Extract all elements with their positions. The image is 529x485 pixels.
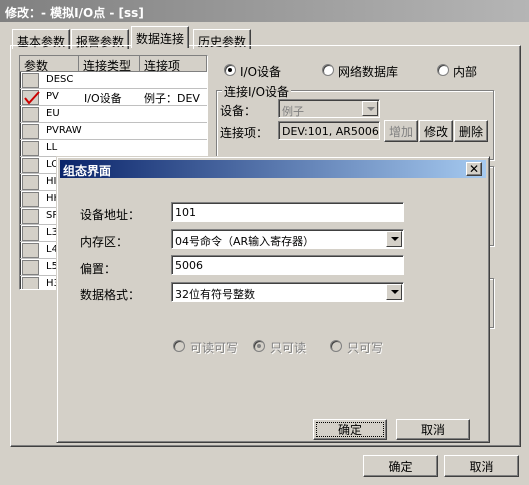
row-conn-item: 例子：DEV <box>144 92 200 105</box>
row-param-name: LL <box>46 142 58 153</box>
address-input[interactable]: 101 <box>171 202 404 222</box>
row-checkbox[interactable] <box>22 124 39 139</box>
memory-select[interactable]: 04号命令（AR输入寄存器） <box>171 229 404 249</box>
format-label: 数据格式： <box>80 288 141 302</box>
dialog-cancel-button[interactable]: 取消 <box>396 419 470 440</box>
radio-network-db[interactable] <box>322 64 334 76</box>
radio-io-device-label: I/O设备 <box>240 65 282 79</box>
modify-button[interactable]: 修改 <box>419 120 453 142</box>
add-button[interactable]: 增加 <box>384 120 418 142</box>
radio-read-only[interactable] <box>253 340 265 352</box>
grid-row-pv[interactable]: PV I/O设备 例子：DEV <box>20 89 207 106</box>
row-checkbox[interactable] <box>22 73 39 88</box>
row-checkbox[interactable] <box>22 141 39 156</box>
row-param-name: EU <box>46 108 60 119</box>
radio-internal-label: 内部 <box>453 65 478 79</box>
radio-network-db-label: 网络数据库 <box>338 65 399 79</box>
device-select[interactable]: 例子 <box>278 99 380 118</box>
chevron-down-icon[interactable] <box>386 284 402 300</box>
radio-internal[interactable] <box>437 64 449 76</box>
config-dialog: 组态界面 ✕ 设备地址： 101 内存区： 04号命令（AR输入寄存器） 偏置：… <box>56 156 490 443</box>
radio-read-only-label: 只可读 <box>270 341 307 355</box>
radio-write-only[interactable] <box>330 340 342 352</box>
row-checkbox[interactable] <box>22 277 39 289</box>
grid-row-pvraw[interactable]: PVRAW <box>20 123 207 140</box>
offset-label: 偏置： <box>80 262 117 276</box>
chevron-down-icon[interactable] <box>386 231 402 247</box>
address-label: 设备地址： <box>80 208 141 222</box>
tab-label: 数据连接 <box>136 32 185 46</box>
dialog-ok-button[interactable]: 确定 <box>313 419 387 440</box>
format-select-value: 32位有符号整数 <box>175 288 255 301</box>
checkmark-icon <box>24 91 40 105</box>
row-param-name: DESC <box>46 74 74 85</box>
grid-row-ll[interactable]: LL <box>20 140 207 157</box>
grid-header-conn-item[interactable]: 连接项 <box>140 56 207 73</box>
radio-io-device[interactable] <box>224 64 236 76</box>
row-param-name: PVRAW <box>46 125 82 136</box>
row-checkbox[interactable] <box>22 90 40 105</box>
row-param-name: PV <box>46 91 59 102</box>
offset-input[interactable]: 5006 <box>171 255 404 275</box>
close-icon[interactable]: ✕ <box>466 162 482 176</box>
grid-header-param[interactable]: 参数 <box>20 56 79 73</box>
memory-label: 内存区： <box>80 235 129 249</box>
tab-data-connection[interactable]: 数据连接 <box>131 26 190 48</box>
row-checkbox[interactable] <box>22 209 39 224</box>
memory-select-value: 04号命令（AR输入寄存器） <box>175 235 315 248</box>
radio-read-write[interactable] <box>173 340 185 352</box>
grid-header-conn-type[interactable]: 连接类型 <box>79 56 140 73</box>
row-checkbox[interactable] <box>22 226 39 241</box>
delete-button[interactable]: 删除 <box>454 120 488 142</box>
row-checkbox[interactable] <box>22 158 39 173</box>
footer-cancel-button[interactable]: 取消 <box>444 455 519 477</box>
device-select-value: 例子 <box>282 105 304 118</box>
row-conn-type: I/O设备 <box>84 92 122 105</box>
io-device-group-legend: 连接I/O设备 <box>222 83 292 100</box>
conn-item-field[interactable]: DEV:101, AR5006L <box>278 121 380 140</box>
row-checkbox[interactable] <box>22 192 39 207</box>
row-checkbox[interactable] <box>22 107 39 122</box>
radio-write-only-label: 只可写 <box>347 341 384 355</box>
grid-row-eu[interactable]: EU <box>20 106 207 123</box>
format-select[interactable]: 32位有符号整数 <box>171 282 404 302</box>
device-label: 设备： <box>220 104 257 118</box>
dialog-title: 组态界面 <box>63 164 112 178</box>
window-title: 修改：- 模拟I/O点 - [ss] <box>5 6 144 20</box>
radio-read-write-label: 可读可写 <box>190 341 239 355</box>
grid-row-desc[interactable]: DESC <box>20 72 207 89</box>
chevron-down-icon <box>362 101 378 116</box>
row-checkbox[interactable] <box>22 243 39 258</box>
footer-ok-button[interactable]: 确定 <box>363 455 438 477</box>
row-param-name: HI <box>46 176 57 187</box>
row-checkbox[interactable] <box>22 260 39 275</box>
dialog-title-bar: 组态界面 <box>60 160 486 178</box>
row-checkbox[interactable] <box>22 175 39 190</box>
conn-item-label: 连接项： <box>220 126 269 140</box>
window-title-bar: 修改：- 模拟I/O点 - [ss] <box>0 0 529 22</box>
